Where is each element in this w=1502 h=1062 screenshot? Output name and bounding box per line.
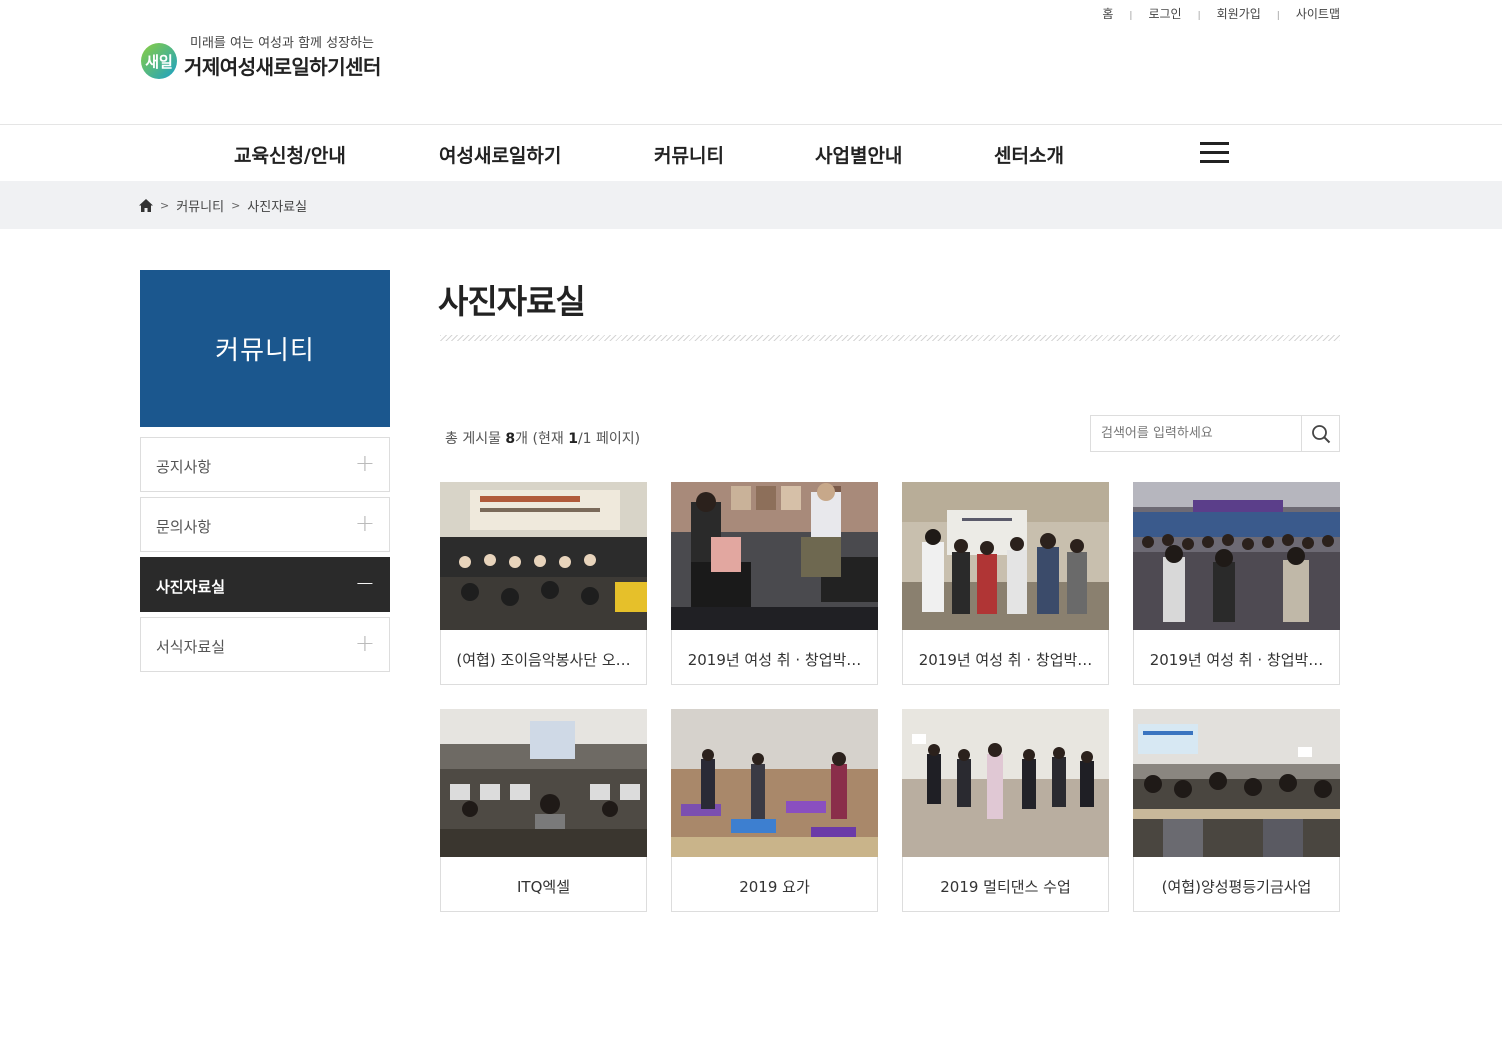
menu-icon[interactable] [1200,142,1230,164]
gallery-caption: 2019년 여성 취 · 창업박… [1149,651,1324,669]
gallery-thumbnail [671,482,878,630]
gallery-caption: 2019년 여성 취 · 창업박… [918,651,1093,669]
signup-link[interactable]: 회원가입 [1217,5,1261,22]
sidebar-item-inquiry[interactable]: 문의사항 + [140,497,390,552]
sitemap-link[interactable]: 사이트맵 [1296,5,1340,22]
nav-community[interactable]: 커뮤니티 [654,141,724,168]
breadcrumb: > 커뮤니티 > 사진자료실 [139,196,307,215]
nav-business[interactable]: 사업별안내 [815,141,902,168]
gallery-card[interactable]: (여협) 조이음악봉사단 오… [440,482,647,685]
gallery-caption: ITQ엑셀 [517,878,570,896]
divider: | [1129,10,1133,21]
sidebar-item-label: 공지사항 [156,458,212,476]
sidebar-item-photos[interactable]: 사진자료실 − [140,557,390,612]
breadcrumb-bar: > 커뮤니티 > 사진자료실 [0,181,1502,229]
gallery-card[interactable]: ITQ엑셀 [440,709,647,912]
minus-icon: − [354,569,375,597]
count-unit: 개 [515,431,529,447]
plus-icon: + [354,449,375,477]
gallery-caption: (여협) 조이음악봉사단 오… [456,651,631,669]
divider: | [1197,10,1201,21]
divider: | [1276,10,1280,21]
page-current: 1 [568,431,578,447]
gallery-thumbnail [902,482,1109,630]
main-nav: 교육신청/안내 여성새로일하기 커뮤니티 사업별안내 센터소개 [0,124,1502,181]
gallery-caption: 2019 요가 [739,878,810,896]
sidebar-item-label: 문의사항 [156,518,212,536]
title-divider [440,335,1340,341]
breadcrumb-photos[interactable]: 사진자료실 [247,196,307,215]
gallery-thumbnail [671,709,878,857]
login-link[interactable]: 로그인 [1148,5,1181,22]
sidebar-title: 커뮤니티 [140,270,390,427]
gallery-card[interactable]: 2019년 여성 취 · 창업박… [1133,482,1340,685]
home-link[interactable]: 홈 [1102,5,1113,22]
gallery-caption: 2019 멀티댄스 수업 [940,878,1071,896]
count-total: 8 [505,431,516,447]
sidebar-item-forms[interactable]: 서식자료실 + [140,617,390,672]
search-input[interactable] [1091,416,1301,451]
count-prefix: 총 게시물 [445,431,506,447]
page-prefix: (현재 [528,431,569,447]
search-button[interactable] [1301,416,1339,451]
gallery-caption: (여협)양성평등기금사업 [1161,878,1312,896]
sidebar-item-label: 사진자료실 [156,578,226,596]
page-suffix: /1 페이지) [577,431,641,447]
plus-icon: + [354,629,375,657]
gallery-thumbnail [440,709,647,857]
breadcrumb-community[interactable]: 커뮤니티 [176,196,224,215]
utility-nav: 홈 | 로그인 | 회원가입 | 사이트맵 [1102,5,1340,22]
plus-icon: + [354,509,375,537]
nav-center[interactable]: 센터소개 [994,141,1064,168]
nav-education[interactable]: 교육신청/안내 [234,141,346,168]
gallery-card[interactable]: (여협)양성평등기금사업 [1133,709,1340,912]
gallery-card[interactable]: 2019년 여성 취 · 창업박… [902,482,1109,685]
gallery-card[interactable]: 2019 요가 [671,709,878,912]
logo-mark-icon: 새일 [141,43,177,79]
nav-women-work[interactable]: 여성새로일하기 [439,141,561,168]
logo-slogan: 미래를 여는 여성과 함께 성장하는 [190,36,374,51]
gallery-thumbnail [1133,709,1340,857]
logo-name: 거제여성새로일하기센터 [184,55,381,79]
post-count: 총 게시물 8개 (현재 1/1 페이지) [445,428,640,448]
gallery-thumbnail [1133,482,1340,630]
gallery-card[interactable]: 2019년 여성 취 · 창업박… [671,482,878,685]
sidebar-item-label: 서식자료실 [156,638,226,656]
search-icon [1311,424,1330,443]
sidebar-item-notice[interactable]: 공지사항 + [140,437,390,492]
gallery-card[interactable]: 2019 멀티댄스 수업 [902,709,1109,912]
gallery-thumbnail [440,482,647,630]
gallery-thumbnail [902,709,1109,857]
gallery-caption: 2019년 여성 취 · 창업박… [687,651,862,669]
search-box [1090,415,1340,452]
chevron-right-icon: > [160,199,170,212]
page-title: 사진자료실 [438,282,586,321]
logo-mark-text: 새일 [145,53,173,71]
chevron-right-icon: > [231,199,241,212]
home-icon[interactable] [139,199,153,212]
